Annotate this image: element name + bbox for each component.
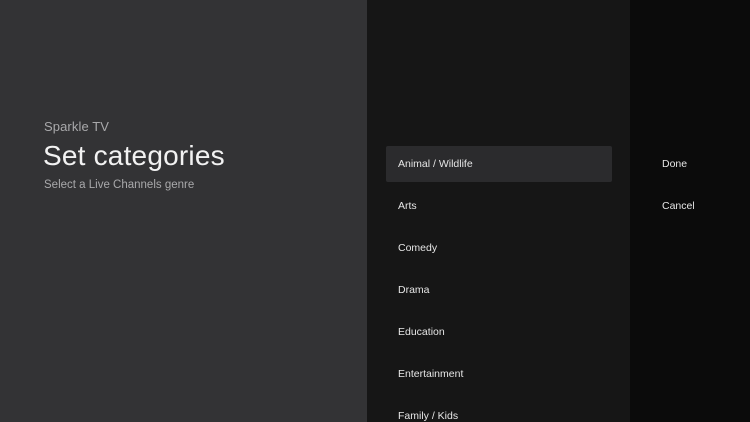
category-item-animal-wildlife[interactable]: Animal / Wildlife [386,146,612,182]
page-title: Set categories [43,140,225,171]
tv-settings-screen: Sparkle TV Set categories Select a Live … [0,0,750,422]
category-item-arts[interactable]: Arts [386,188,612,224]
action-panel: Done Cancel [630,0,750,422]
app-name: Sparkle TV [44,119,110,134]
action-list: Done Cancel [650,146,695,230]
category-item-entertainment[interactable]: Entertainment [386,356,612,392]
cancel-button[interactable]: Cancel [650,188,695,224]
category-item-comedy[interactable]: Comedy [386,230,612,266]
page-subtitle: Select a Live Channels genre [44,179,195,191]
category-item-family-kids[interactable]: Family / Kids [386,398,612,422]
done-button[interactable]: Done [650,146,695,182]
category-panel: Animal / Wildlife Arts Comedy Drama Educ… [367,0,630,422]
category-item-education[interactable]: Education [386,314,612,350]
category-list: Animal / Wildlife Arts Comedy Drama Educ… [386,146,612,422]
category-item-drama[interactable]: Drama [386,272,612,308]
guidance-panel: Sparkle TV Set categories Select a Live … [0,0,367,422]
